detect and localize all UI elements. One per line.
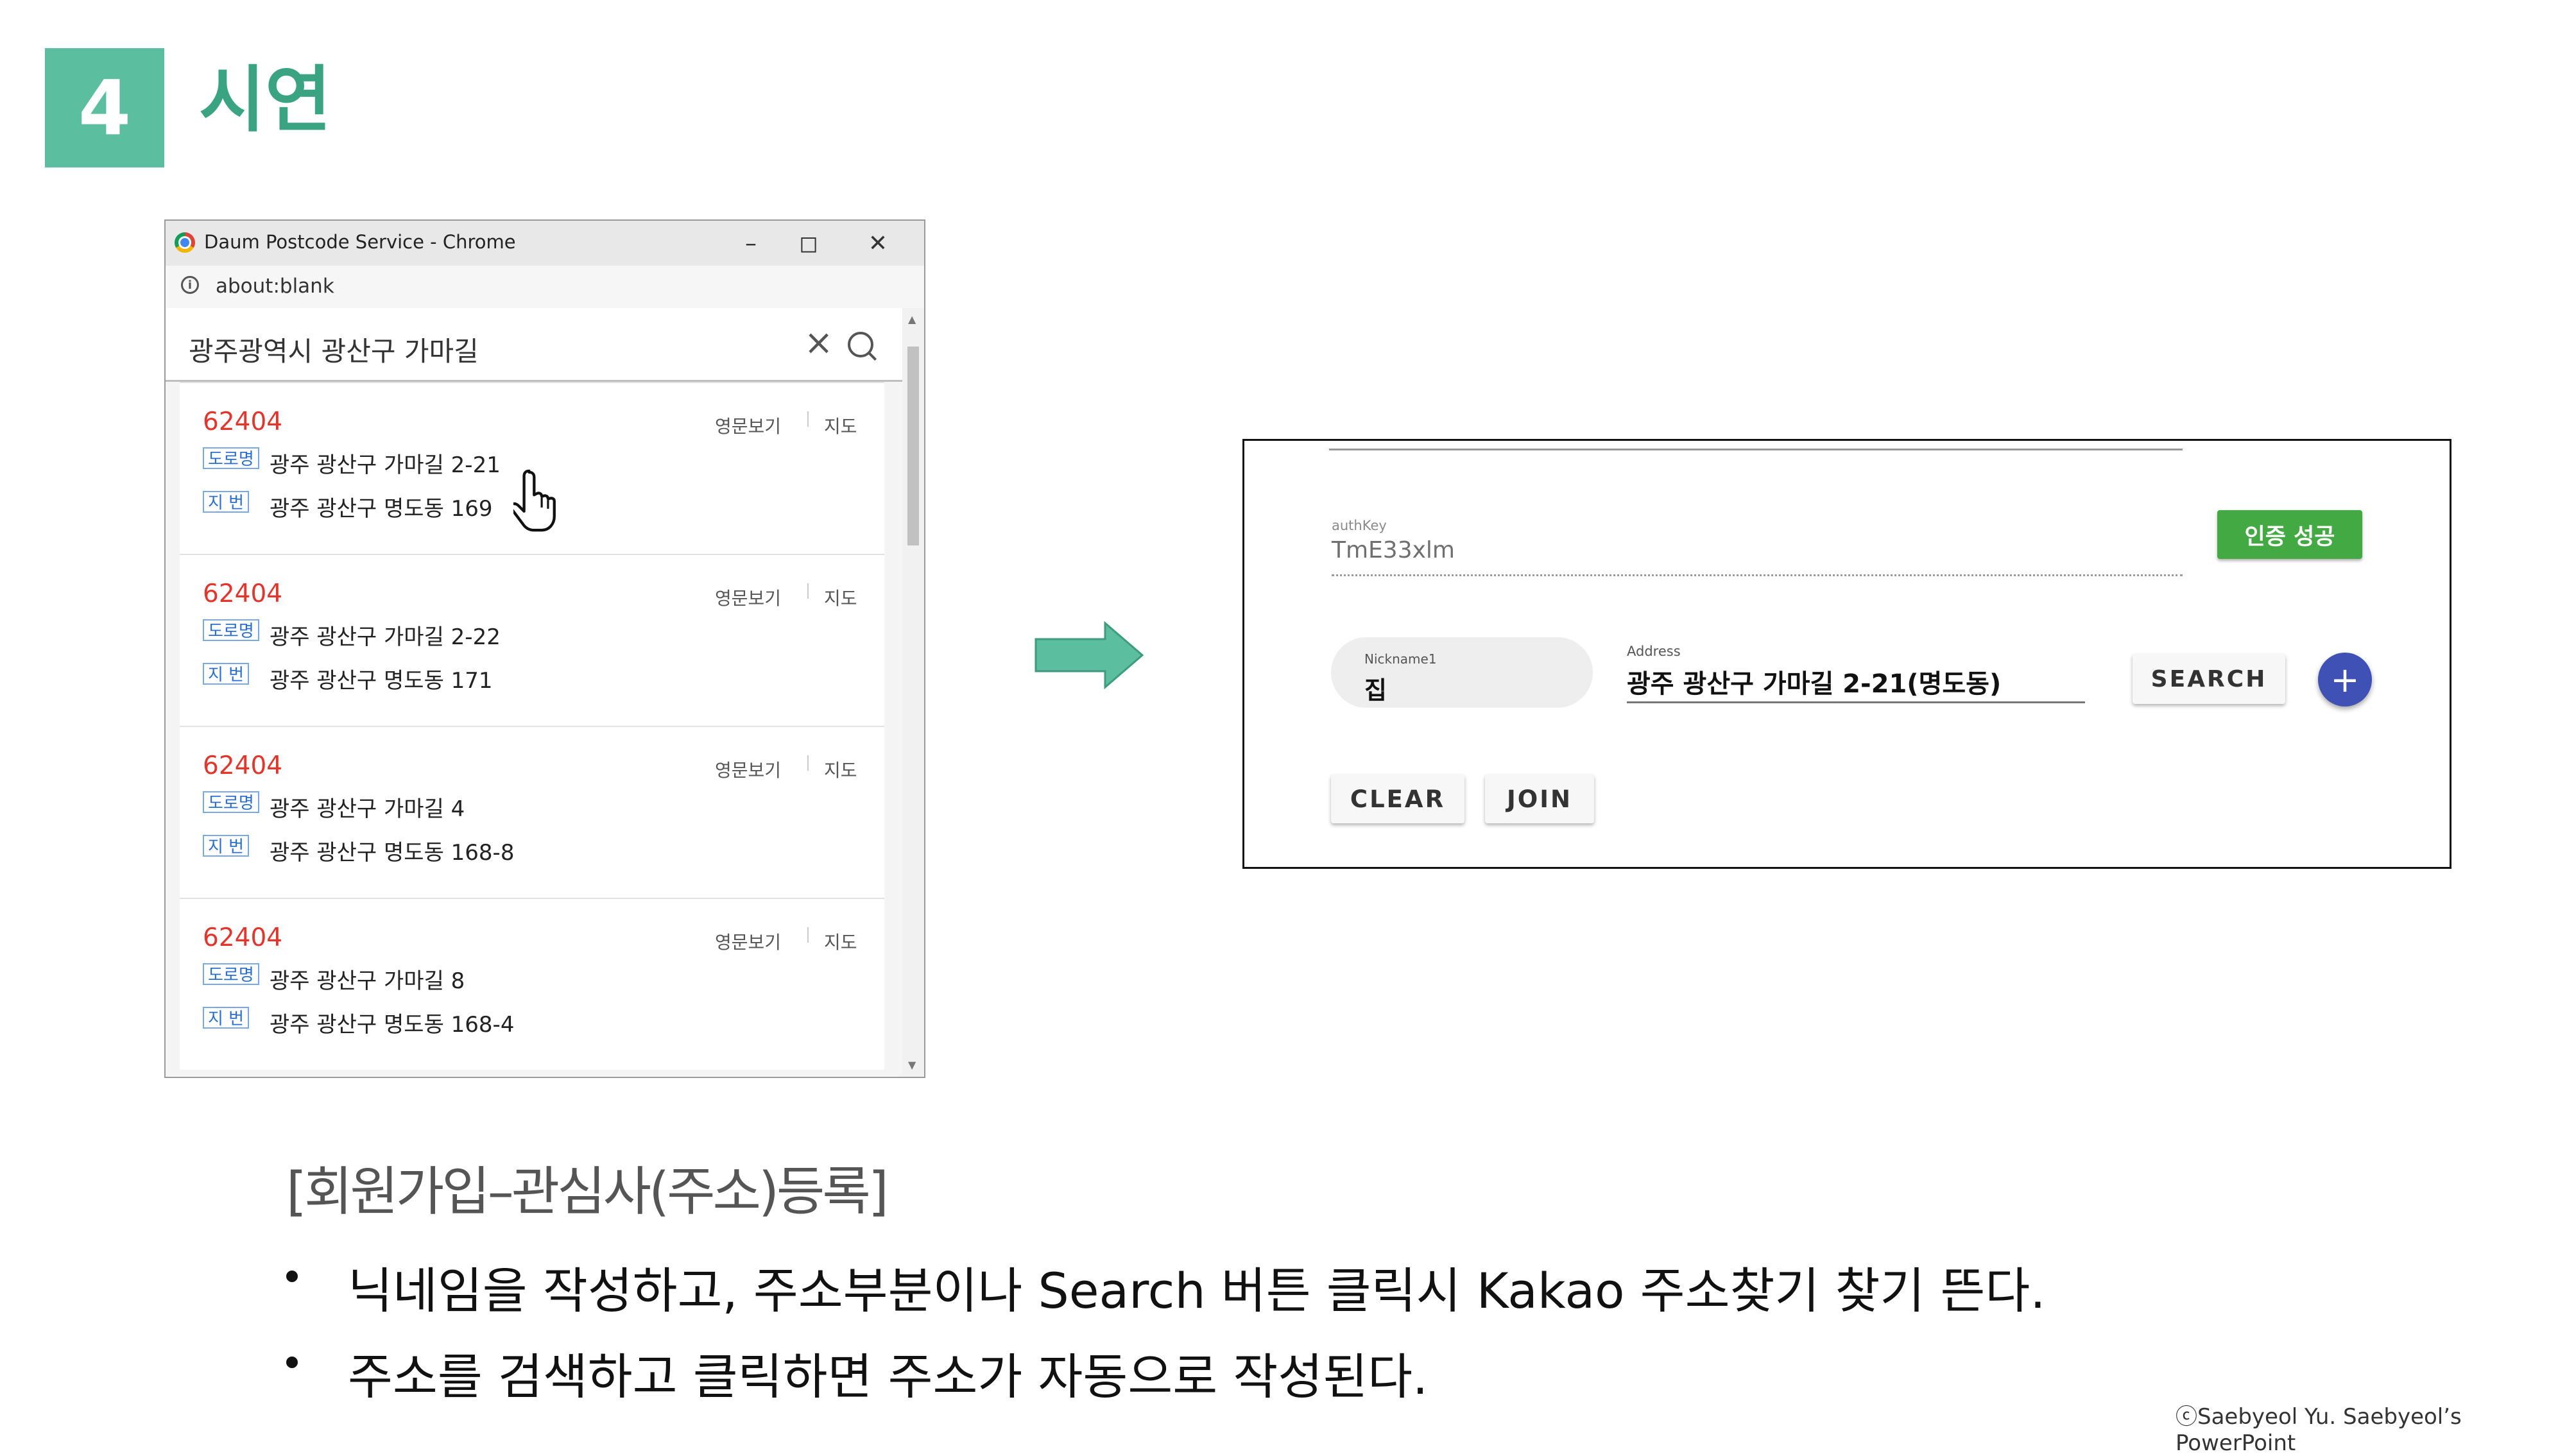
result-item[interactable]: 62404 영문보기 지도 도로명 광주 광산구 가마길 2-22 지 번 광주… bbox=[180, 554, 884, 726]
window-titlebar: Daum Postcode Service - Chrome – ◻ ✕ bbox=[166, 221, 924, 266]
right-arrow-icon bbox=[1035, 621, 1144, 689]
auth-success-button[interactable]: 인증 성공 bbox=[2217, 510, 2362, 559]
copyright-text: ⓒSaebyeol Yu. Saebyeol’s PowerPoint bbox=[2176, 1404, 2462, 1456]
slide-title: 시연 bbox=[199, 58, 332, 142]
address-field[interactable]: 광주 광산구 가마길 2-21(명도동) bbox=[1627, 663, 2001, 700]
zip-code: 62404 bbox=[203, 923, 283, 952]
postcode-search-input[interactable]: 광주광역시 광산구 가마길 bbox=[189, 330, 479, 369]
section-subtitle: [회원가입–관심사(주소)등록] bbox=[286, 1161, 889, 1222]
jibun-tag: 지 번 bbox=[203, 835, 250, 857]
bullet-text: 주소를 검색하고 클릭하면 주소가 자동으로 작성된다. bbox=[348, 1348, 1429, 1405]
jibun-tag: 지 번 bbox=[203, 663, 250, 685]
result-item[interactable]: 62404 영문보기 지도 도로명 광주 광산구 가마길 4 지 번 광주 광산… bbox=[180, 726, 884, 898]
search-button[interactable]: SEARCH bbox=[2133, 654, 2285, 704]
authkey-label: authKey bbox=[1332, 518, 1387, 533]
road-address[interactable]: 광주 광산구 가마길 4 bbox=[270, 791, 465, 823]
zip-code: 62404 bbox=[203, 579, 283, 608]
road-name-tag: 도로명 bbox=[203, 791, 259, 813]
english-view-link[interactable]: 영문보기 bbox=[715, 929, 781, 954]
road-address[interactable]: 광주 광산구 가마길 2-22 bbox=[270, 619, 501, 651]
authkey-field[interactable]: TmE33xlm bbox=[1332, 537, 1455, 563]
url-text[interactable]: about:blank bbox=[216, 275, 334, 298]
jibun-tag: 지 번 bbox=[203, 1007, 250, 1029]
clear-icon[interactable]: × bbox=[804, 322, 833, 363]
divider bbox=[807, 411, 809, 427]
nickname-field[interactable]: Nickname1 집 bbox=[1331, 637, 1593, 708]
info-icon[interactable]: i bbox=[181, 276, 199, 294]
result-item[interactable]: 62404 영문보기 지도 도로명 광주 광산구 가마길 8 지 번 광주 광산… bbox=[180, 898, 884, 1070]
plus-icon[interactable]: + bbox=[2318, 653, 2372, 707]
road-address[interactable]: 광주 광산구 가마길 8 bbox=[270, 963, 465, 995]
join-button[interactable]: JOIN bbox=[1485, 775, 1594, 823]
jibun-address[interactable]: 광주 광산구 명도동 168-4 bbox=[270, 1007, 514, 1038]
jibun-address[interactable]: 광주 광산구 명도동 169 bbox=[270, 491, 493, 522]
maximize-icon[interactable]: ◻ bbox=[783, 226, 834, 261]
nickname-label: Nickname1 bbox=[1364, 651, 1437, 667]
english-view-link[interactable]: 영문보기 bbox=[715, 757, 781, 782]
map-link[interactable]: 지도 bbox=[824, 413, 857, 438]
map-link[interactable]: 지도 bbox=[824, 585, 857, 610]
search-icon[interactable] bbox=[848, 332, 873, 357]
window-title: Daum Postcode Service - Chrome bbox=[204, 231, 516, 253]
clear-button[interactable]: CLEAR bbox=[1331, 775, 1464, 823]
divider bbox=[807, 927, 809, 943]
map-link[interactable]: 지도 bbox=[824, 929, 857, 954]
zip-code: 62404 bbox=[203, 751, 283, 780]
map-link[interactable]: 지도 bbox=[824, 757, 857, 782]
divider bbox=[1329, 449, 2183, 450]
bullet-text: 닉네임을 작성하고, 주소부분이나 Search 버튼 클릭시 Kakao 주소… bbox=[348, 1262, 2046, 1319]
bullet-dot-icon bbox=[286, 1357, 298, 1368]
join-form-panel: authKey TmE33xlm 인증 성공 Nickname1 집 Addre… bbox=[1242, 439, 2451, 869]
scroll-up-icon[interactable]: ▲ bbox=[908, 313, 916, 325]
jibun-address[interactable]: 광주 광산구 명도동 171 bbox=[270, 663, 493, 694]
slide-number-badge: 4 bbox=[45, 48, 164, 167]
nickname-value: 집 bbox=[1364, 676, 1387, 705]
english-view-link[interactable]: 영문보기 bbox=[715, 585, 781, 610]
scrollbar-thumb[interactable] bbox=[907, 347, 919, 545]
postcode-popup-window: Daum Postcode Service - Chrome – ◻ ✕ i a… bbox=[164, 219, 925, 1078]
divider bbox=[807, 755, 809, 771]
bullet-dot-icon bbox=[286, 1271, 298, 1282]
minimize-icon[interactable]: – bbox=[725, 226, 777, 261]
address-bar: i about:blank bbox=[166, 266, 924, 309]
scrollbar[interactable]: ▲ ▼ bbox=[902, 308, 924, 1077]
divider bbox=[807, 583, 809, 599]
road-address[interactable]: 광주 광산구 가마길 2-21 bbox=[270, 447, 501, 479]
road-name-tag: 도로명 bbox=[203, 619, 259, 641]
postcode-search-bar: 광주광역시 광산구 가마길 × bbox=[166, 308, 902, 382]
jibun-address[interactable]: 광주 광산구 명도동 168-8 bbox=[270, 835, 514, 866]
scroll-down-icon[interactable]: ▼ bbox=[908, 1059, 916, 1071]
address-label: Address bbox=[1627, 644, 1681, 659]
authkey-underline bbox=[1332, 574, 2183, 576]
jibun-tag: 지 번 bbox=[203, 491, 250, 513]
english-view-link[interactable]: 영문보기 bbox=[715, 413, 781, 438]
close-icon[interactable]: ✕ bbox=[852, 226, 904, 261]
hand-cursor-icon bbox=[513, 469, 556, 532]
chrome-icon bbox=[175, 232, 195, 253]
road-name-tag: 도로명 bbox=[203, 447, 259, 469]
zip-code: 62404 bbox=[203, 407, 283, 436]
road-name-tag: 도로명 bbox=[203, 963, 259, 985]
address-underline bbox=[1627, 701, 2085, 703]
